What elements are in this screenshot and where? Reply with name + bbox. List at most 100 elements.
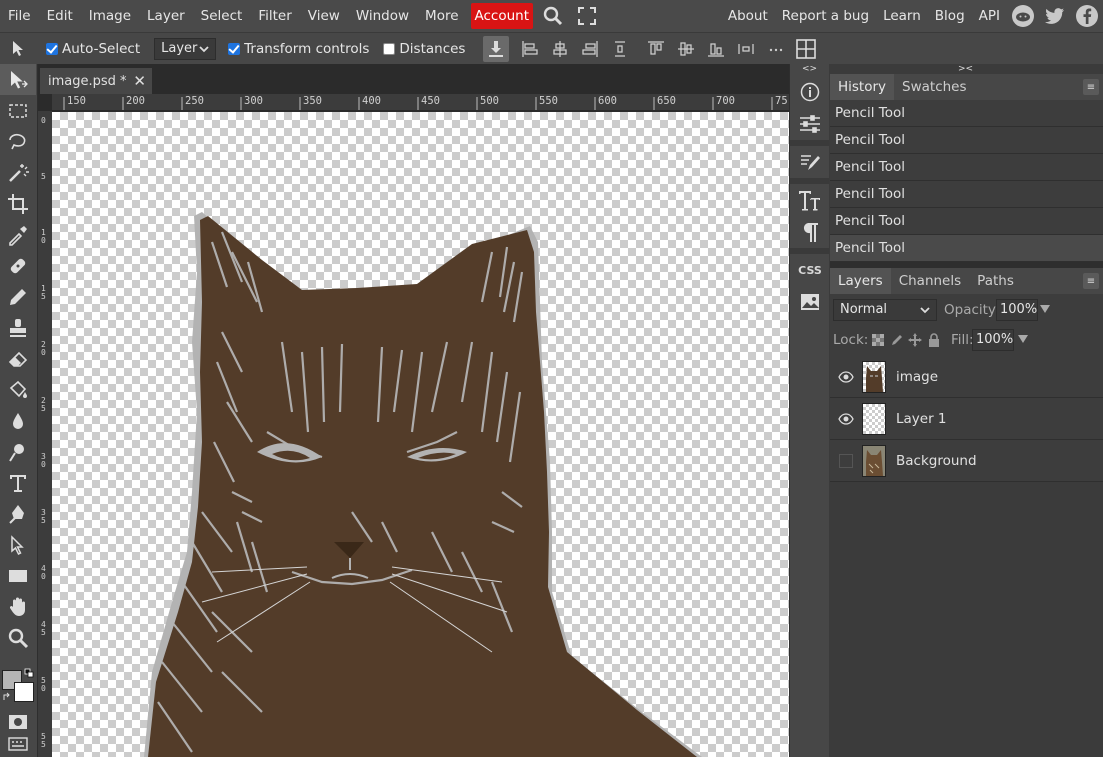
document-tab[interactable]: image.psd * ✕ bbox=[40, 68, 152, 94]
download-icon[interactable] bbox=[483, 35, 510, 62]
grid-icon[interactable] bbox=[793, 36, 819, 62]
transform-controls-checkbox[interactable] bbox=[228, 41, 244, 56]
color-swatches[interactable] bbox=[2, 668, 36, 702]
crop-icon[interactable] bbox=[0, 188, 36, 219]
tab-paths[interactable]: Paths bbox=[969, 268, 1022, 294]
lasso-icon[interactable] bbox=[0, 126, 36, 157]
background-color[interactable] bbox=[14, 682, 34, 702]
report-bug-link[interactable]: Report a bug bbox=[775, 3, 876, 29]
move-tool-icon[interactable] bbox=[6, 36, 32, 62]
collapse-right-icon[interactable]: >< bbox=[958, 64, 973, 74]
collapse-left-icon[interactable]: <> bbox=[790, 64, 829, 76]
move-icon[interactable] bbox=[0, 64, 36, 95]
menu-select[interactable]: Select bbox=[193, 3, 251, 29]
character-icon[interactable] bbox=[790, 184, 830, 216]
image-canvas[interactable] bbox=[52, 112, 789, 757]
align-bottom-icon[interactable] bbox=[703, 36, 729, 62]
visibility-toggle-off[interactable] bbox=[838, 453, 854, 469]
paragraph-icon[interactable] bbox=[790, 216, 830, 248]
twitter-icon[interactable] bbox=[1044, 5, 1066, 27]
blog-link[interactable]: Blog bbox=[928, 3, 972, 29]
info-icon[interactable] bbox=[790, 76, 830, 108]
blend-mode-select[interactable]: Normal bbox=[833, 299, 937, 321]
menu-edit[interactable]: Edit bbox=[39, 3, 81, 29]
shape-icon[interactable] bbox=[0, 560, 36, 591]
history-menu-icon[interactable]: ≡ bbox=[1083, 79, 1099, 95]
brush-settings-icon[interactable] bbox=[790, 146, 830, 178]
more-options-icon[interactable] bbox=[763, 36, 789, 62]
layer-row[interactable]: Layer 1 bbox=[830, 398, 1103, 440]
menu-layer[interactable]: Layer bbox=[139, 3, 193, 29]
layer-row[interactable]: Background bbox=[830, 440, 1103, 482]
pen-icon[interactable] bbox=[0, 498, 36, 529]
keyboard-icon[interactable] bbox=[0, 728, 36, 757]
about-link[interactable]: About bbox=[721, 3, 775, 29]
align-middle-icon[interactable] bbox=[673, 36, 699, 62]
layer-row[interactable]: image bbox=[830, 356, 1103, 398]
tab-history[interactable]: History bbox=[830, 74, 895, 100]
history-item[interactable]: Pencil Tool bbox=[830, 154, 1103, 181]
marquee-icon[interactable] bbox=[0, 95, 36, 126]
eyedropper-icon[interactable] bbox=[0, 219, 36, 250]
align-top-icon[interactable] bbox=[643, 36, 669, 62]
tab-swatches[interactable]: Swatches bbox=[894, 74, 975, 100]
dodge-icon[interactable] bbox=[0, 436, 36, 467]
lock-position-icon[interactable] bbox=[908, 333, 922, 347]
blur-icon[interactable] bbox=[0, 405, 36, 436]
fill-dropdown-icon[interactable] bbox=[1018, 335, 1028, 343]
facebook-icon[interactable] bbox=[1076, 5, 1098, 27]
menu-more[interactable]: More bbox=[417, 3, 466, 29]
menu-window[interactable]: Window bbox=[348, 3, 417, 29]
eye-icon[interactable] bbox=[838, 369, 854, 385]
healing-icon[interactable] bbox=[0, 250, 36, 281]
auto-select-checkbox[interactable] bbox=[46, 41, 62, 56]
align-right-icon[interactable] bbox=[577, 36, 603, 62]
distribute-h-icon[interactable] bbox=[733, 36, 759, 62]
lock-all-icon[interactable] bbox=[928, 333, 940, 347]
text-icon[interactable] bbox=[0, 467, 36, 498]
layers-menu-icon[interactable]: ≡ bbox=[1083, 273, 1099, 289]
fill-icon[interactable] bbox=[0, 374, 36, 405]
history-item[interactable]: Pencil Tool bbox=[830, 100, 1103, 127]
default-colors-icon[interactable] bbox=[24, 668, 34, 678]
adjustments-icon[interactable] bbox=[790, 108, 830, 140]
lock-transparency-icon[interactable] bbox=[872, 334, 884, 346]
tab-layers[interactable]: Layers bbox=[830, 268, 891, 294]
swap-colors-icon[interactable] bbox=[2, 692, 12, 702]
zoom-icon[interactable] bbox=[0, 622, 36, 653]
search-icon[interactable] bbox=[539, 2, 567, 30]
close-icon[interactable]: ✕ bbox=[133, 72, 146, 90]
align-center-h-icon[interactable] bbox=[547, 36, 573, 62]
pencil-icon[interactable] bbox=[0, 281, 36, 312]
account-button[interactable]: Account bbox=[470, 3, 534, 29]
reddit-icon[interactable] bbox=[1012, 5, 1034, 27]
path-select-icon[interactable] bbox=[0, 529, 36, 560]
align-left-icon[interactable] bbox=[517, 36, 543, 62]
menu-view[interactable]: View bbox=[300, 3, 348, 29]
stamp-icon[interactable] bbox=[0, 312, 36, 343]
fill-input[interactable]: 100% bbox=[972, 329, 1014, 351]
menu-image[interactable]: Image bbox=[81, 3, 139, 29]
learn-link[interactable]: Learn bbox=[876, 3, 928, 29]
eye-icon[interactable] bbox=[838, 411, 854, 427]
eraser-icon[interactable] bbox=[0, 343, 36, 374]
distribute-v-icon[interactable] bbox=[607, 36, 633, 62]
history-item[interactable]: Pencil Tool bbox=[830, 181, 1103, 208]
menu-filter[interactable]: Filter bbox=[250, 3, 299, 29]
menu-file[interactable]: File bbox=[0, 3, 39, 29]
history-item[interactable]: Pencil Tool bbox=[830, 208, 1103, 235]
opacity-dropdown-icon[interactable] bbox=[1040, 305, 1050, 313]
opacity-input[interactable]: 100% bbox=[996, 299, 1038, 321]
api-link[interactable]: API bbox=[972, 3, 1007, 29]
image-panel-icon[interactable] bbox=[790, 286, 830, 318]
css-icon[interactable]: CSS bbox=[790, 254, 830, 286]
magic-wand-icon[interactable] bbox=[0, 157, 36, 188]
distances-checkbox[interactable] bbox=[383, 41, 399, 56]
tab-channels[interactable]: Channels bbox=[891, 268, 969, 294]
hand-icon[interactable] bbox=[0, 591, 36, 622]
history-item-current[interactable]: Pencil Tool bbox=[830, 235, 1103, 262]
history-item[interactable]: Pencil Tool bbox=[830, 127, 1103, 154]
lock-pixels-icon[interactable] bbox=[891, 334, 903, 346]
target-select[interactable]: Layer bbox=[154, 37, 217, 60]
fullscreen-icon[interactable] bbox=[573, 2, 601, 30]
